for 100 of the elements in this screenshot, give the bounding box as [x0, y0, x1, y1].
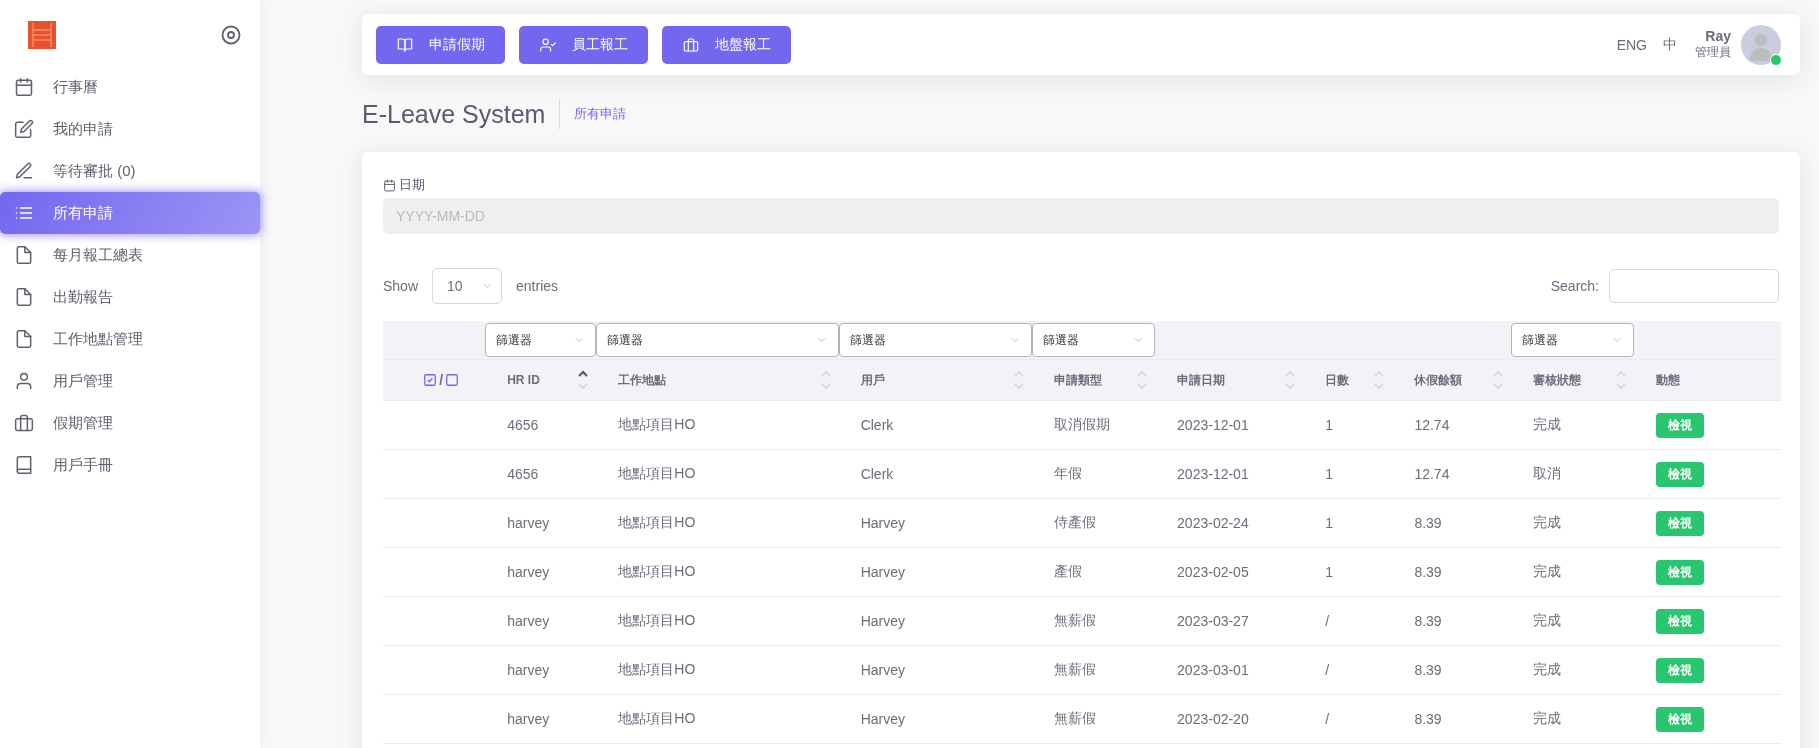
column-header[interactable]: 申請類型 [1053, 371, 1102, 389]
user-role: 管理員 [1695, 44, 1731, 61]
table-cell: harvey [507, 564, 550, 580]
table-cell: 地點項目HO [618, 563, 696, 579]
user-check-icon [539, 36, 556, 53]
table-cell: 完成 [1532, 710, 1561, 726]
briefcase-icon [14, 413, 34, 433]
filter-select[interactable]: 篩選器 [596, 323, 839, 357]
table-cell: / [1325, 662, 1330, 678]
calendar-icon [383, 178, 396, 192]
table-cell: 無薪假 [1053, 710, 1096, 726]
briefcase-icon [682, 36, 699, 53]
table-cell: 1 [1325, 515, 1334, 531]
sidebar-item[interactable]: 行事曆 [0, 66, 260, 108]
book-open-icon [396, 36, 413, 53]
filter-select[interactable]: 篩選器 [1510, 323, 1634, 357]
calendar-icon [14, 77, 34, 97]
column-header[interactable]: 用戶 [860, 371, 885, 389]
column-header[interactable]: 休假餘額 [1414, 371, 1463, 389]
sidebar-item[interactable]: 用戶手冊 [0, 444, 260, 486]
search-field[interactable] [1609, 269, 1779, 303]
page-title: E-Leave System [362, 98, 561, 129]
table-cell: harvey [507, 613, 550, 629]
entries-label: entries [516, 278, 559, 294]
sidebar-item[interactable]: 等待審批 (0) [0, 150, 260, 192]
avatar-icon[interactable] [1741, 24, 1781, 65]
table-cell: 完成 [1532, 416, 1561, 432]
table-cell: harvey [507, 515, 550, 531]
table-cell: / [1325, 613, 1330, 629]
table-cell: 年假 [1053, 465, 1082, 481]
table-cell: 2023-12-01 [1177, 466, 1249, 482]
table-cell: 地點項目HO [618, 661, 696, 677]
table-cell: 產假 [1053, 563, 1082, 579]
column-header[interactable]: 審核狀態 [1532, 371, 1581, 389]
select-separator: / [439, 372, 443, 388]
logo-icon[interactable] [28, 20, 56, 49]
table-cell: 2023-02-24 [1177, 515, 1249, 531]
filter-select[interactable]: 篩選器 [838, 323, 1032, 357]
sidebar-item[interactable]: 假期管理 [0, 402, 260, 444]
breadcrumb-link[interactable]: 所有申請 [574, 104, 627, 123]
column-header[interactable]: 動態 [1655, 371, 1680, 389]
table-cell: 取消 [1532, 465, 1561, 481]
table-cell: Harvey [860, 515, 905, 531]
empty-box-icon[interactable] [445, 373, 459, 387]
checked-box-icon[interactable] [423, 373, 438, 387]
table-cell: harvey [507, 662, 550, 678]
edit-icon [14, 119, 34, 139]
column-header[interactable]: 工作地點 [618, 371, 667, 389]
ring-icon[interactable] [221, 24, 241, 45]
table-cell: 完成 [1532, 612, 1561, 628]
table-cell: 8.39 [1414, 564, 1442, 580]
table-cell: 地點項目HO [618, 514, 696, 530]
table-cell: harvey [507, 711, 550, 727]
action-button[interactable]: 員工報工 [519, 25, 648, 64]
sidebar-item[interactable]: 所有申請 [0, 192, 260, 234]
table-cell: 8.39 [1414, 711, 1442, 727]
action-button[interactable]: 地盤報工 [662, 25, 791, 64]
table-cell: 1 [1325, 466, 1334, 482]
table-cell: 8.39 [1414, 662, 1442, 678]
search-label: Search: [1550, 278, 1599, 294]
table-cell: 完成 [1532, 563, 1561, 579]
table-cell: 2023-03-01 [1177, 662, 1249, 678]
table-cell: 地點項目HO [618, 465, 696, 481]
table-cell: 無薪假 [1053, 661, 1096, 677]
table-cell: Harvey [860, 564, 905, 580]
column-header[interactable]: 日數 [1325, 371, 1350, 389]
user-icon [14, 371, 34, 391]
sidebar-item[interactable]: 每月報工總表 [0, 234, 260, 276]
column-header[interactable]: 申請日期 [1177, 371, 1226, 389]
book-icon [14, 455, 34, 475]
sidebar-item[interactable]: 我的申請 [0, 108, 260, 150]
sidebar-item[interactable]: 用戶管理 [0, 360, 260, 402]
table-cell: 地點項目HO [618, 710, 696, 726]
table-cell: 2023-03-27 [1177, 613, 1249, 629]
sidebar-item[interactable]: 工作地點管理 [0, 318, 260, 360]
table-cell: 無薪假 [1053, 612, 1096, 628]
entries-select[interactable]: 10 [432, 268, 503, 304]
action-button[interactable]: 申請假期 [376, 25, 505, 64]
table-cell: 地點項目HO [618, 612, 696, 628]
table-cell: / [1325, 711, 1330, 727]
table-cell: Clerk [860, 417, 894, 433]
table-cell: 2023-12-01 [1177, 417, 1249, 433]
filter-select[interactable]: 篩選器 [1031, 323, 1156, 357]
table-cell: 取消假期 [1053, 416, 1110, 432]
language-link[interactable]: ENG [1616, 36, 1647, 53]
table-cell: 4656 [507, 417, 539, 433]
table-cell: Clerk [860, 466, 894, 482]
table-cell: 8.39 [1414, 613, 1442, 629]
table-cell: 地點項目HO [618, 416, 696, 432]
sort-icon[interactable] [578, 369, 589, 391]
language-link[interactable]: 中 [1663, 35, 1677, 54]
filter-select[interactable]: 篩選器 [485, 323, 597, 357]
table-cell: 侍產假 [1053, 514, 1096, 530]
column-header[interactable]: HR ID [507, 373, 540, 387]
file-icon [14, 287, 34, 307]
table-cell: 完成 [1532, 661, 1561, 677]
table-cell: Harvey [860, 613, 905, 629]
show-label: Show [383, 278, 419, 294]
sidebar-item[interactable]: 出勤報告 [0, 276, 260, 318]
table-cell: 8.39 [1414, 515, 1442, 531]
